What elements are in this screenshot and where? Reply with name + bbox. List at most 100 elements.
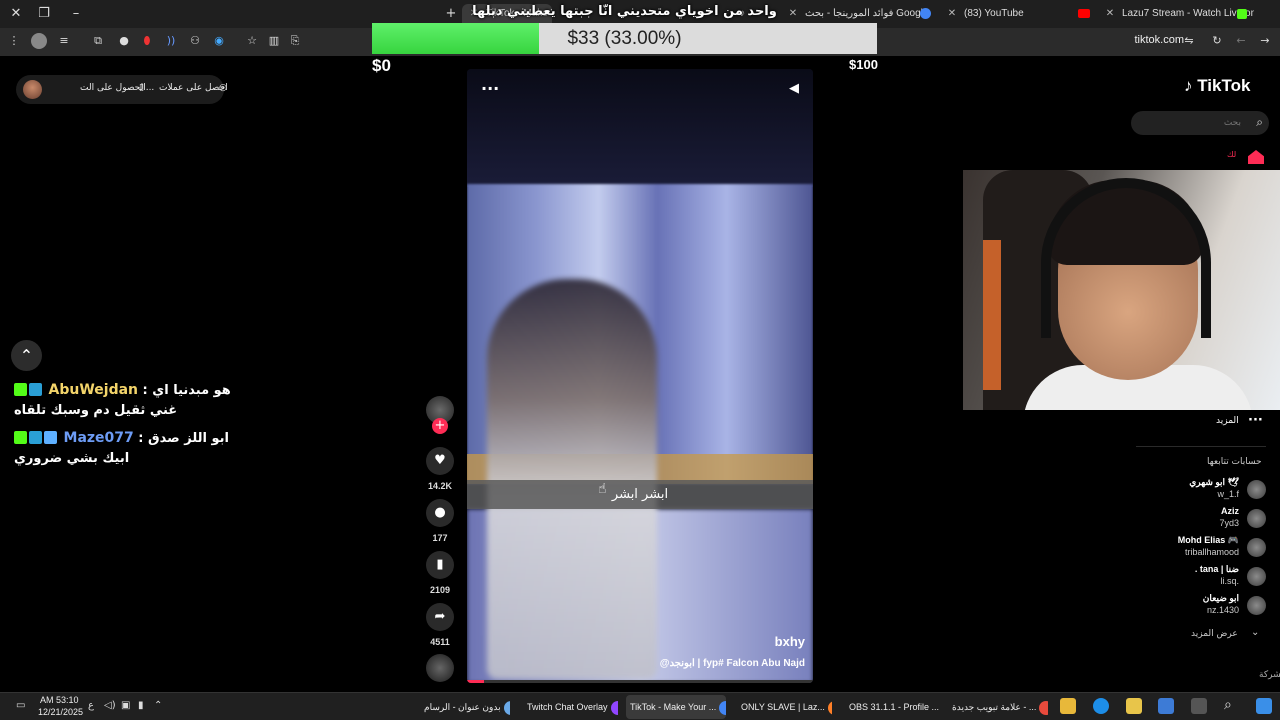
search-icon[interactable]: ⌕ [1256,115,1263,130]
extension-4-icon[interactable]: ⚇ [187,33,203,49]
search-icon[interactable]: ⌕ [1224,697,1232,713]
gift-badge-icon [44,431,57,444]
language-indicator[interactable]: ع [88,700,94,711]
comment-count: 177 [432,533,448,543]
taskbar-app-obs[interactable]: OBS 31.1.1 - Profile ... [845,695,941,719]
scroll-up-button[interactable]: ⌃ [11,340,42,371]
follow-plus-icon[interactable]: + [432,418,448,434]
volume-icon[interactable]: ◁) [104,700,116,711]
microphone-icon[interactable]: ▮ [138,700,144,711]
sound-icon[interactable]: ◀ [789,81,799,96]
site-settings-icon[interactable]: ⇋ [1181,33,1197,49]
browser-icon [1039,700,1048,715]
see-more-link[interactable]: عرض المزيد [1191,629,1238,639]
avatar [1247,480,1266,499]
store-icon[interactable] [1126,698,1142,714]
taskbar-app-kick[interactable]: ONLY SLAVE | Laz... [737,695,832,719]
following-account[interactable]: Aziz 7yd3 [1150,506,1280,532]
youtube-icon [1078,9,1090,18]
chevron-down-icon[interactable]: ⌄ [1251,627,1259,638]
back-icon[interactable]: → [1257,33,1273,49]
clock-time[interactable]: AM 53:10 [40,695,79,705]
home-icon[interactable] [1248,150,1264,164]
get-coins-link[interactable]: احصل على عملات [159,83,228,93]
extension-1-icon[interactable]: ● [116,33,132,49]
tab-youtube[interactable]: ✕ (83) YouTube [946,4,1086,24]
chat-message: Maze077 : ابو اللز صدق ابيك بشي ضروري [14,430,230,466]
streamer-webcam [963,170,1280,410]
share-button[interactable]: ➦ [426,603,454,631]
search-input[interactable] [1141,115,1241,131]
goal-progress-bar: $33 (33.00%) [372,23,877,54]
goal-title: واحد من اخوياي متحديني انّا جبتها يعطيني… [472,4,777,19]
address-bar-url[interactable]: tiktok.com [1134,34,1184,46]
extension-3-icon[interactable]: )) [163,33,179,49]
video-description: @ابونجد | fyp# Falcon Abu Najd [659,658,805,669]
like-count: 14.2K [427,481,453,491]
video-progress-bar[interactable] [467,680,813,683]
network-icon[interactable]: ▣ [121,700,130,711]
footer-company-link[interactable]: الشركة [1259,670,1280,680]
chat-username[interactable]: Maze077 [64,430,134,446]
kick-badge-icon [14,431,27,444]
following-account[interactable]: ابو شهري 🕊 w_1.f [1150,477,1280,503]
tab-close-icon[interactable]: ✕ [1104,4,1116,24]
reload-icon[interactable]: ↻ [1209,33,1225,49]
kick-badge-icon [14,383,27,396]
bookmark-icon: ▮ [436,557,444,572]
avatar [1247,596,1266,615]
chat-message: AbuWejdan : هو مبدنيا اي غني ثقيل دم وسب… [14,382,231,418]
tab-kick-stream[interactable]: ✕ Lazu7 Stream - Watch Live on K [1104,4,1254,24]
file-explorer-icon[interactable] [1060,698,1076,714]
edge-icon[interactable] [1093,698,1109,714]
clock-date[interactable]: 12/21/2025 [38,707,83,717]
chat-username[interactable]: AbuWejdan [49,382,139,398]
following-account[interactable]: ابو ضيعان nz.1430 [1150,593,1280,619]
firefox-icon [827,700,832,715]
more-label[interactable]: المزيد [1216,416,1239,426]
taskbar-app-paint[interactable]: بدون عنوان - الرسام [420,695,510,719]
chevron-up-icon[interactable]: ⌃ [154,700,162,711]
avatar [1247,509,1266,528]
video-frame-person [487,279,657,679]
tab-close-icon[interactable]: ✕ [946,4,958,24]
extension-2-icon[interactable]: ⬮ [139,33,155,49]
goal-min-label: $0 [372,56,391,75]
taskbar-app-tiktok[interactable]: TikTok - Make Your ... [626,695,726,719]
following-account[interactable]: Mohd Elias 🎮 triballhamood [1150,535,1280,561]
bookmark-star-icon[interactable]: ☆ [244,33,260,49]
profile-avatar[interactable] [31,33,47,49]
more-options-icon[interactable]: ··· [481,79,499,98]
avatar[interactable] [23,80,42,99]
next-video-thumb[interactable] [426,654,454,682]
split-screen-icon[interactable]: ▥ [266,33,282,49]
start-menu-icon[interactable] [1256,698,1272,714]
screenshot-icon[interactable]: ⎘ [287,33,303,49]
like-button[interactable]: ♥ [426,447,454,475]
windows-taskbar: ▭ AM 53:10 12/21/2025 ع ◁) ▣ ▮ ⌃ بدون عن… [0,692,1280,720]
search-box[interactable]: ⌕ [1131,111,1269,135]
restore-window-icon[interactable]: ❐ [34,4,54,24]
taskbar-app-twitch-overlay[interactable]: Twitch Chat Overlay [523,695,618,719]
menu-icon[interactable]: ⋮ [6,33,22,49]
sub-badge-icon [29,431,42,444]
video-author[interactable]: bxhy [775,634,805,649]
forward-icon[interactable]: ← [1233,33,1249,49]
extensions-icon[interactable]: ⧉ [90,33,106,49]
more-dots-icon[interactable]: ··· [1248,413,1263,428]
nav-for-you-label[interactable]: لك [1227,150,1236,159]
task-view-icon[interactable] [1191,698,1207,714]
following-accounts-title: حسابات تتابعها [1207,457,1262,467]
save-button[interactable]: ▮ [426,551,454,579]
video-player[interactable]: ابشر ابشر ··· ◀ bxhy @ابونجد | fyp# Falc… [467,69,813,683]
comment-button[interactable]: ● [426,499,454,527]
copilot-icon[interactable] [1158,698,1174,714]
close-window-icon[interactable]: ✕ [6,4,26,24]
taskbar-app-new-tab[interactable]: علامة تبويب جديدة - ... [948,695,1048,719]
notification-icon[interactable]: ▭ [16,700,25,711]
reading-list-icon[interactable]: ≡ [56,33,72,49]
extension-5-icon[interactable]: ◉ [211,33,227,49]
minimize-window-icon[interactable]: – [66,4,86,24]
following-account[interactable]: . tana | ضنا li.sq. [1150,564,1280,590]
tiktok-logo[interactable]: ♪ TikTok [1184,76,1250,96]
